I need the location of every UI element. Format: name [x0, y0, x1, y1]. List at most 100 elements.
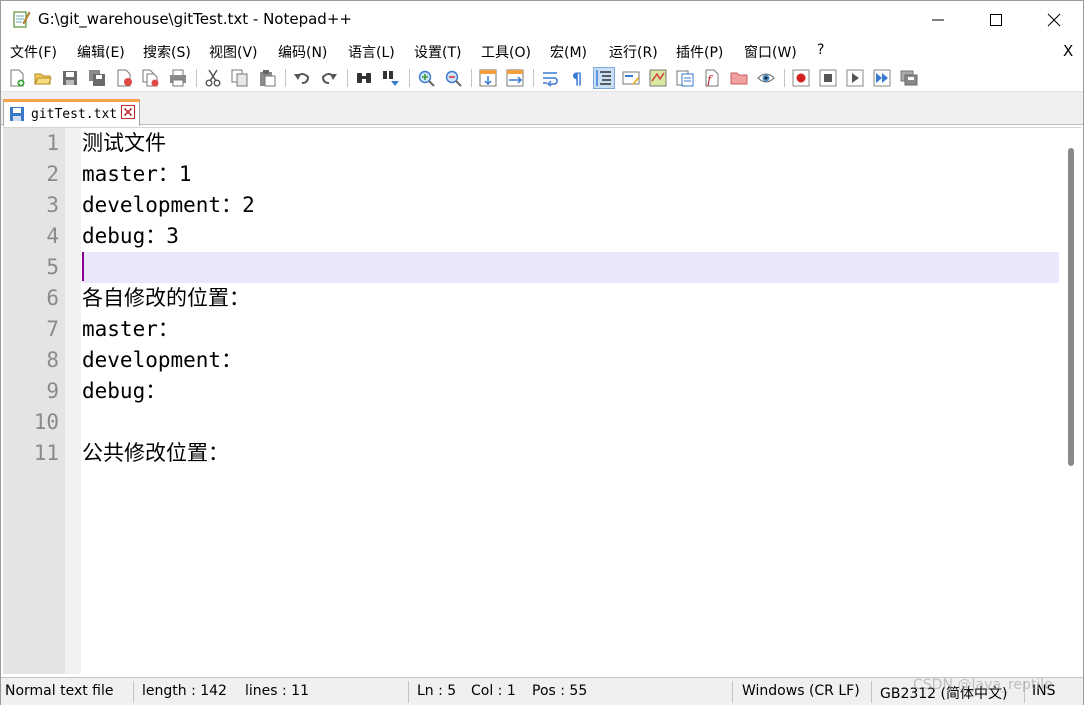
- status-separator: [732, 681, 733, 703]
- menu-plugins[interactable]: 插件(P): [676, 42, 723, 62]
- line-number: 4: [46, 224, 59, 248]
- status-column: Col : 1: [471, 683, 516, 699]
- menu-settings[interactable]: 设置(T): [414, 42, 461, 62]
- function-list-icon: [676, 70, 694, 87]
- play-macro-button[interactable]: [844, 67, 866, 89]
- redo-button[interactable]: [318, 67, 340, 89]
- toolbar-separator: [285, 69, 286, 87]
- paste-button[interactable]: [256, 67, 278, 89]
- function-parser-button[interactable]: f: [701, 67, 723, 89]
- run-macro-multiple-button[interactable]: [871, 67, 893, 89]
- tab-close-icon[interactable]: [121, 105, 135, 119]
- maximize-button[interactable]: [967, 1, 1025, 39]
- close-document-x[interactable]: X: [1063, 42, 1073, 60]
- close-all-icon: [142, 69, 159, 87]
- code-line[interactable]: debug：3: [82, 221, 1059, 252]
- word-wrap-button[interactable]: [539, 67, 561, 89]
- sync-vertical-button[interactable]: [477, 67, 499, 89]
- function-list-button[interactable]: [674, 67, 696, 89]
- record-macro-button[interactable]: [790, 67, 812, 89]
- code-line[interactable]: 测试文件: [82, 128, 1059, 159]
- run-macro-multiple-icon: [873, 69, 891, 87]
- toolbar: ¶ f: [1, 64, 1083, 92]
- code-line[interactable]: development：: [82, 345, 1059, 376]
- menu-view[interactable]: 视图(V): [209, 42, 258, 62]
- status-eol[interactable]: Windows (CR LF): [742, 683, 860, 699]
- tab-bar: gitTest.txt: [1, 92, 1083, 126]
- line-number: 1: [46, 131, 59, 155]
- find-button[interactable]: [353, 67, 375, 89]
- tab-label: gitTest.txt: [31, 106, 118, 122]
- notepad-plus-plus-window: G:\git_warehouse\gitTest.txt - Notepad++…: [0, 0, 1084, 705]
- save-button[interactable]: [59, 67, 81, 89]
- user-define-lang-button[interactable]: [620, 67, 642, 89]
- code-line[interactable]: master：: [82, 314, 1059, 345]
- code-line[interactable]: 公共修改位置：: [82, 438, 1059, 469]
- toolbar-separator: [471, 69, 472, 87]
- stop-record-button[interactable]: [817, 67, 839, 89]
- folder-as-workspace-icon: [730, 72, 748, 85]
- print-button[interactable]: [167, 67, 189, 89]
- tab-gittest[interactable]: gitTest.txt: [3, 99, 140, 126]
- sync-horizontal-button[interactable]: [504, 67, 526, 89]
- open-file-icon: [34, 73, 52, 85]
- doc-map-button[interactable]: [647, 67, 669, 89]
- undo-button[interactable]: [291, 67, 313, 89]
- status-separator: [133, 681, 134, 703]
- menu-tools[interactable]: 工具(O): [481, 42, 531, 62]
- line-number: 5: [46, 255, 59, 279]
- print-icon: [170, 69, 186, 87]
- menu-encoding[interactable]: 编码(N): [278, 42, 327, 62]
- new-file-button[interactable]: [6, 67, 28, 89]
- minimize-button[interactable]: [909, 1, 967, 39]
- toolbar-separator: [533, 69, 534, 87]
- show-all-chars-button[interactable]: ¶: [566, 67, 588, 89]
- zoom-in-button[interactable]: [415, 67, 437, 89]
- menu-search[interactable]: 搜索(S): [143, 42, 191, 62]
- save-all-button[interactable]: [86, 67, 108, 89]
- save-all-icon: [89, 70, 105, 86]
- open-file-button[interactable]: [32, 67, 54, 89]
- zoom-in-icon: [418, 70, 435, 87]
- line-number: 7: [46, 317, 59, 341]
- line-number: 6: [46, 286, 59, 310]
- indent-guide-button[interactable]: [593, 67, 615, 89]
- close-all-button[interactable]: [140, 67, 162, 89]
- cut-button[interactable]: [202, 67, 224, 89]
- close-button[interactable]: [113, 67, 135, 89]
- code-line[interactable]: [82, 407, 1059, 438]
- toolbar-separator: [409, 69, 410, 87]
- replace-button[interactable]: [380, 67, 402, 89]
- editor-area[interactable]: 1 2 3 4 5 6 7 8 9 10 11 测试文件 master：1 de…: [3, 127, 1081, 674]
- monitoring-button[interactable]: [755, 67, 777, 89]
- code-line[interactable]: debug：: [82, 376, 1059, 407]
- close-window-button[interactable]: [1025, 1, 1083, 39]
- close-file-icon: [117, 69, 132, 87]
- zoom-out-button[interactable]: [442, 67, 464, 89]
- menu-edit[interactable]: 编辑(E): [77, 42, 125, 62]
- copy-button[interactable]: [229, 67, 251, 89]
- code-line[interactable]: 各自修改的位置：: [82, 283, 1059, 314]
- code-line[interactable]: development：2: [82, 190, 1059, 221]
- status-lines: lines : 11: [245, 683, 309, 699]
- code-line[interactable]: master：1: [82, 159, 1059, 190]
- menu-language[interactable]: 语言(L): [348, 42, 395, 62]
- vertical-scrollbar[interactable]: [1061, 128, 1081, 674]
- menu-macro[interactable]: 宏(M): [550, 42, 587, 62]
- menu-file[interactable]: 文件(F): [10, 42, 57, 62]
- saved-file-icon: [10, 107, 24, 121]
- word-wrap-icon: [543, 72, 558, 87]
- scrollbar-thumb[interactable]: [1068, 148, 1074, 466]
- menu-window[interactable]: 窗口(W): [744, 42, 797, 62]
- current-code-line[interactable]: [82, 252, 1059, 283]
- maximize-icon: [990, 14, 1002, 26]
- line-number: 11: [33, 441, 59, 465]
- undo-icon: [294, 73, 310, 84]
- folder-as-workspace-button[interactable]: [728, 67, 750, 89]
- menu-run[interactable]: 运行(R): [609, 42, 658, 62]
- zoom-out-icon: [445, 70, 462, 87]
- save-macro-button[interactable]: [898, 67, 920, 89]
- toolbar-separator: [784, 69, 785, 87]
- fold-margin[interactable]: [65, 128, 81, 674]
- menu-help[interactable]: ?: [817, 42, 824, 58]
